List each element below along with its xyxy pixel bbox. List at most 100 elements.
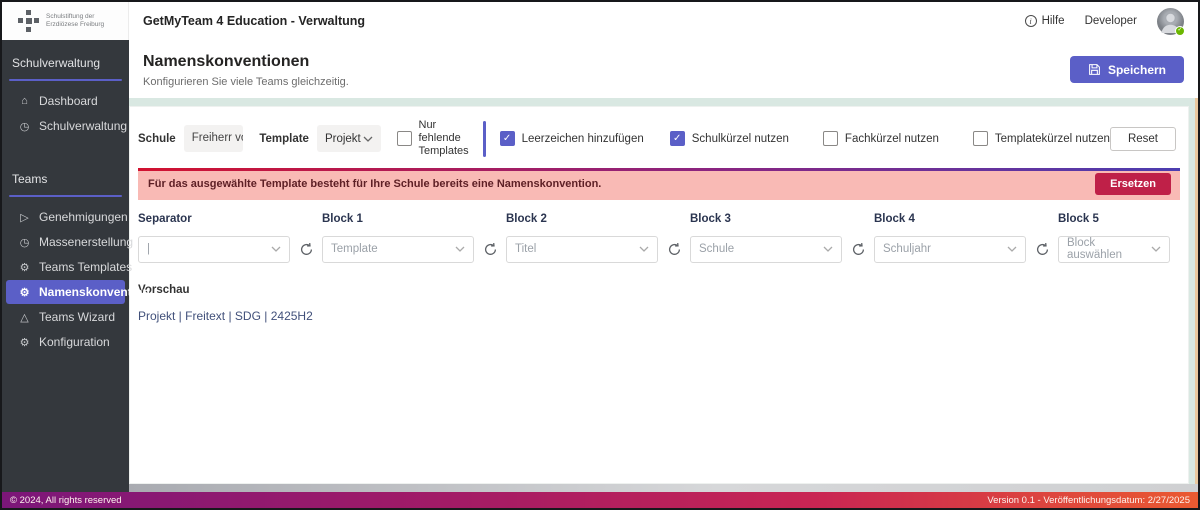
chevron-down-icon [823, 246, 833, 252]
chevron-down-icon [1007, 246, 1017, 252]
chevron-down-icon [455, 246, 465, 252]
leerzeichen-label: Leerzeichen hinzufügen [521, 132, 644, 145]
clock-icon: ◷ [19, 236, 30, 249]
fachkuerzel-checkbox[interactable]: ✓ [822, 131, 838, 147]
save-icon [1089, 64, 1100, 75]
section-divider [9, 195, 122, 197]
schule-select[interactable]: Freiherr vom Stein Gymnasi... [183, 125, 244, 153]
sidebar-item-namenskonvention[interactable]: ⚙ Namenskonvention [6, 280, 150, 304]
refresh-icon [852, 242, 864, 255]
sidebar-item-label: Dashboard [39, 94, 98, 108]
naming-convention-card: Schule Freiherr vom Stein Gymnasi... Tem… [129, 106, 1189, 484]
chevron-down-icon [639, 246, 649, 252]
section-divider [9, 79, 122, 81]
block2-select[interactable]: Titel [506, 235, 658, 263]
footer: © 2024, All rights reserved Version 0.1 … [2, 492, 1198, 508]
chevron-down-icon [1151, 246, 1161, 252]
nur-fehlende-checkbox[interactable]: ✓ [396, 131, 412, 147]
templatekuerzel-checkbox[interactable]: ✓ [972, 131, 988, 147]
column-header-separator: Separator [138, 212, 192, 225]
sidebar: Schulverwaltung ⌂ Dashboard ◷ Schulverwa… [2, 40, 150, 492]
templatekuerzel-label: Templatekürzel nutzen [994, 132, 1110, 145]
logo-plus-icon [18, 10, 40, 32]
column-header-block4: Block 4 [874, 212, 915, 225]
gear-icon: ⚙ [19, 286, 30, 299]
sidebar-item-label: Schulverwaltung [39, 119, 128, 133]
content-area: Schule Freiherr vom Stein Gymnasi... Tem… [129, 98, 1198, 492]
block4-select[interactable]: Schuljahr [874, 235, 1026, 263]
leerzeichen-checkbox[interactable]: ✓ [499, 131, 515, 147]
approvals-icon: ▷ [20, 211, 29, 224]
template-label: Template [259, 132, 309, 145]
avatar[interactable]: ✓ [1157, 7, 1185, 36]
refresh-block4-button[interactable] [1032, 242, 1052, 257]
gear-icon: ⚙ [19, 336, 30, 349]
topbar: GetMyTeam 4 Education - Verwaltung i Hil… [129, 2, 1198, 40]
help-label: Hilfe [1041, 15, 1065, 27]
schulkuerzel-checkbox[interactable]: ✓ [669, 131, 685, 147]
sidebar-section-teams: Teams [12, 172, 48, 186]
refresh-icon [1036, 242, 1048, 255]
blocks-grid: Separator Block 1 Block 2 Block 3 Block … [138, 213, 1180, 263]
block3-select[interactable]: Schule [690, 235, 842, 263]
column-header-block1: Block 1 [322, 212, 363, 225]
logo-text: Schulstiftung der Erzdiözese Freiburg [46, 12, 105, 28]
sidebar-item-label: Namenskonvention [39, 285, 150, 299]
ersetzen-button[interactable]: Ersetzen [1095, 172, 1171, 195]
copyright-text: © 2024, All rights reserved [10, 494, 122, 506]
block1-select[interactable]: Template [322, 235, 474, 263]
filter-divider [482, 120, 486, 157]
sidebar-item-label: Teams Wizard [39, 310, 116, 324]
preview-value: Projekt | Freitext | SDG | 2425H2 [138, 308, 313, 323]
sidebar-item-label: Genehmigungen [39, 210, 128, 224]
alert-message: Für das ausgewählte Template besteht für… [148, 177, 602, 190]
chevron-down-icon [363, 136, 372, 142]
info-icon: i [1024, 15, 1037, 27]
version-text: Version 0.1 - Veröffentlichungsdatum: 2/… [987, 494, 1190, 506]
refresh-separator-button[interactable] [296, 242, 316, 257]
refresh-icon [668, 242, 680, 255]
fachkuerzel-label: Fachkürzel nutzen [844, 132, 939, 145]
template-select[interactable]: Projekt [316, 125, 381, 153]
sidebar-item-konfiguration[interactable]: ⚙ Konfiguration [6, 330, 125, 354]
gear-icon: ⚙ [19, 261, 30, 274]
schule-label: Schule [138, 132, 176, 145]
app-title: GetMyTeam 4 Education - Verwaltung [143, 14, 366, 28]
refresh-block2-button[interactable] [664, 242, 684, 257]
column-header-block5: Block 5 [1058, 212, 1099, 225]
reset-button[interactable]: Reset [1109, 126, 1176, 151]
home-icon: ⌂ [21, 95, 28, 107]
help-button[interactable]: i Hilfe [1024, 15, 1065, 27]
chevron-down-icon [271, 246, 281, 252]
block5-select[interactable]: Block auswählen [1058, 235, 1170, 263]
sidebar-item-massenerstellung[interactable]: ◷ Massenerstellung [6, 230, 133, 254]
column-header-block2: Block 2 [506, 212, 547, 225]
sidebar-item-genehmigungen[interactable]: ▷ Genehmigungen [6, 205, 128, 229]
refresh-icon [300, 242, 312, 255]
sidebar-item-label: Konfiguration [39, 335, 110, 349]
user-menu-label[interactable]: Developer [1085, 15, 1137, 27]
refresh-icon [484, 242, 496, 255]
app-window: Schulstiftung der Erzdiözese Freiburg Get… [0, 0, 1200, 510]
bottom-grey-strip [129, 484, 1198, 492]
sidebar-item-teams-wizard[interactable]: △ Teams Wizard [6, 305, 125, 329]
page-subtitle: Konfigurieren Sie viele Teams gleichzeit… [143, 76, 349, 88]
column-header-block3: Block 3 [690, 212, 731, 225]
schulkuerzel-label: Schulkürzel nutzen [691, 132, 789, 145]
presence-badge-icon: ✓ [1175, 25, 1185, 36]
sidebar-item-dashboard[interactable]: ⌂ Dashboard [6, 89, 125, 113]
sidebar-section-schulverwaltung: Schulverwaltung [12, 56, 101, 70]
wizard-icon: △ [20, 311, 29, 324]
sidebar-item-label: Teams Templates [39, 260, 133, 274]
sidebar-item-teams-templates[interactable]: ⚙ Teams Templates [6, 255, 133, 279]
clock-icon: ◷ [19, 120, 30, 133]
separator-select[interactable]: | [138, 235, 290, 263]
save-button[interactable]: Speichern [1069, 56, 1184, 83]
alert-banner: Für das ausgewählte Template besteht für… [138, 167, 1180, 200]
page-header: Namenskonventionen Konfigurieren Sie vie… [129, 40, 1198, 98]
page-title: Namenskonventionen [143, 53, 310, 70]
preview-label: Vorschau [138, 283, 190, 296]
sidebar-item-schulverwaltung[interactable]: ◷ Schulverwaltung [6, 114, 128, 138]
refresh-block1-button[interactable] [480, 242, 500, 257]
refresh-block3-button[interactable] [848, 242, 868, 257]
